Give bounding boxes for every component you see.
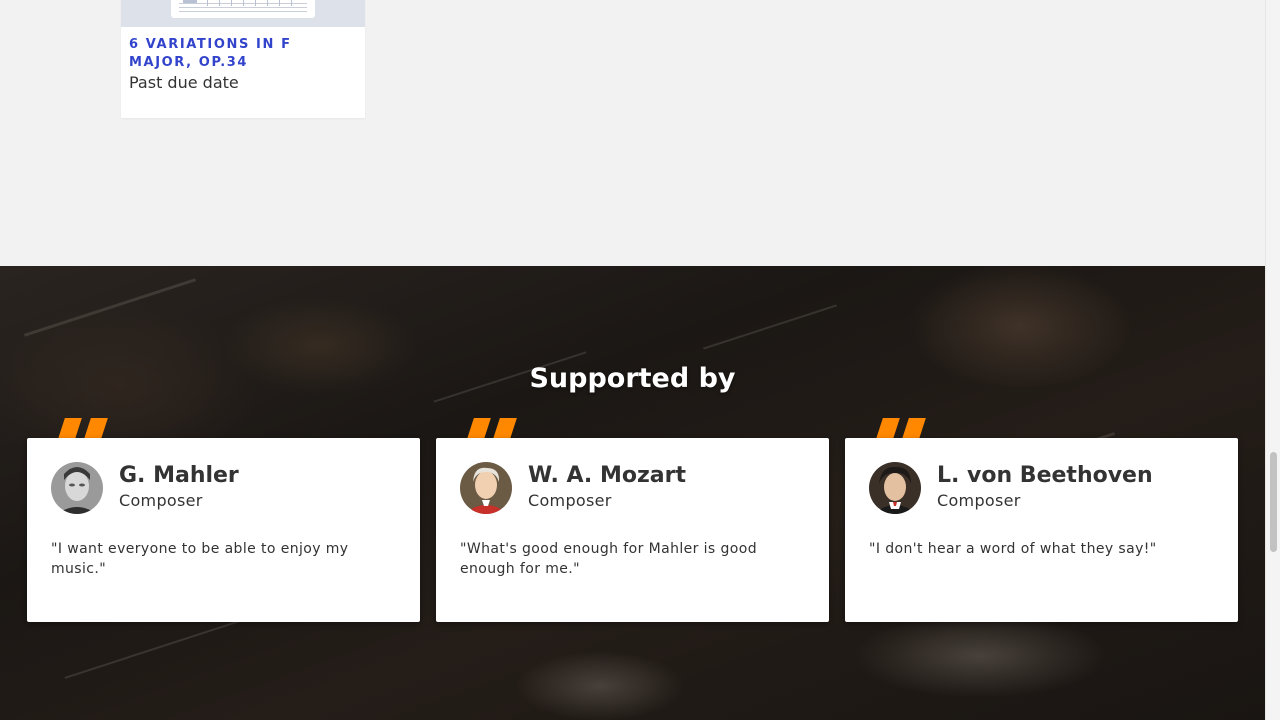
testimonial-quote: "I don't hear a word of what they say!" xyxy=(869,541,1157,557)
testimonial-role: Composer xyxy=(937,491,1021,510)
supporters-section: Supported by G. Mahler Composer "I want … xyxy=(0,266,1265,720)
testimonial-card: W. A. Mozart Composer "What's good enoug… xyxy=(436,438,829,622)
piece-title[interactable]: 6 VARIATIONS IN F MAJOR, OP.34 xyxy=(129,36,349,72)
avatar xyxy=(460,462,512,514)
avatar xyxy=(51,462,103,514)
upcoming-pieces-section: 6 VARIATIONS IN F MAJOR, OP.34 Past due … xyxy=(0,0,1265,266)
testimonial-card: L. von Beethoven Composer "I don't hear … xyxy=(845,438,1238,622)
piece-card[interactable]: 6 VARIATIONS IN F MAJOR, OP.34 Past due … xyxy=(121,0,365,118)
section-heading: Supported by xyxy=(529,363,736,394)
testimonial-name: G. Mahler xyxy=(119,463,239,488)
scrollbar-thumb[interactable] xyxy=(1270,452,1277,552)
piece-status: Past due date xyxy=(129,73,239,92)
page-scrollbar[interactable] xyxy=(1265,0,1280,720)
testimonial-quote: "I want everyone to be able to enjoy my … xyxy=(51,541,349,577)
sheet-music-thumbnail xyxy=(121,0,365,27)
testimonial-role: Composer xyxy=(119,491,203,510)
testimonial-name: L. von Beethoven xyxy=(937,463,1153,488)
avatar xyxy=(869,462,921,514)
testimonial-quote: "What's good enough for Mahler is good e… xyxy=(460,541,757,577)
testimonial-name: W. A. Mozart xyxy=(528,463,686,488)
testimonial-card: G. Mahler Composer "I want everyone to b… xyxy=(27,438,420,622)
testimonial-role: Composer xyxy=(528,491,612,510)
